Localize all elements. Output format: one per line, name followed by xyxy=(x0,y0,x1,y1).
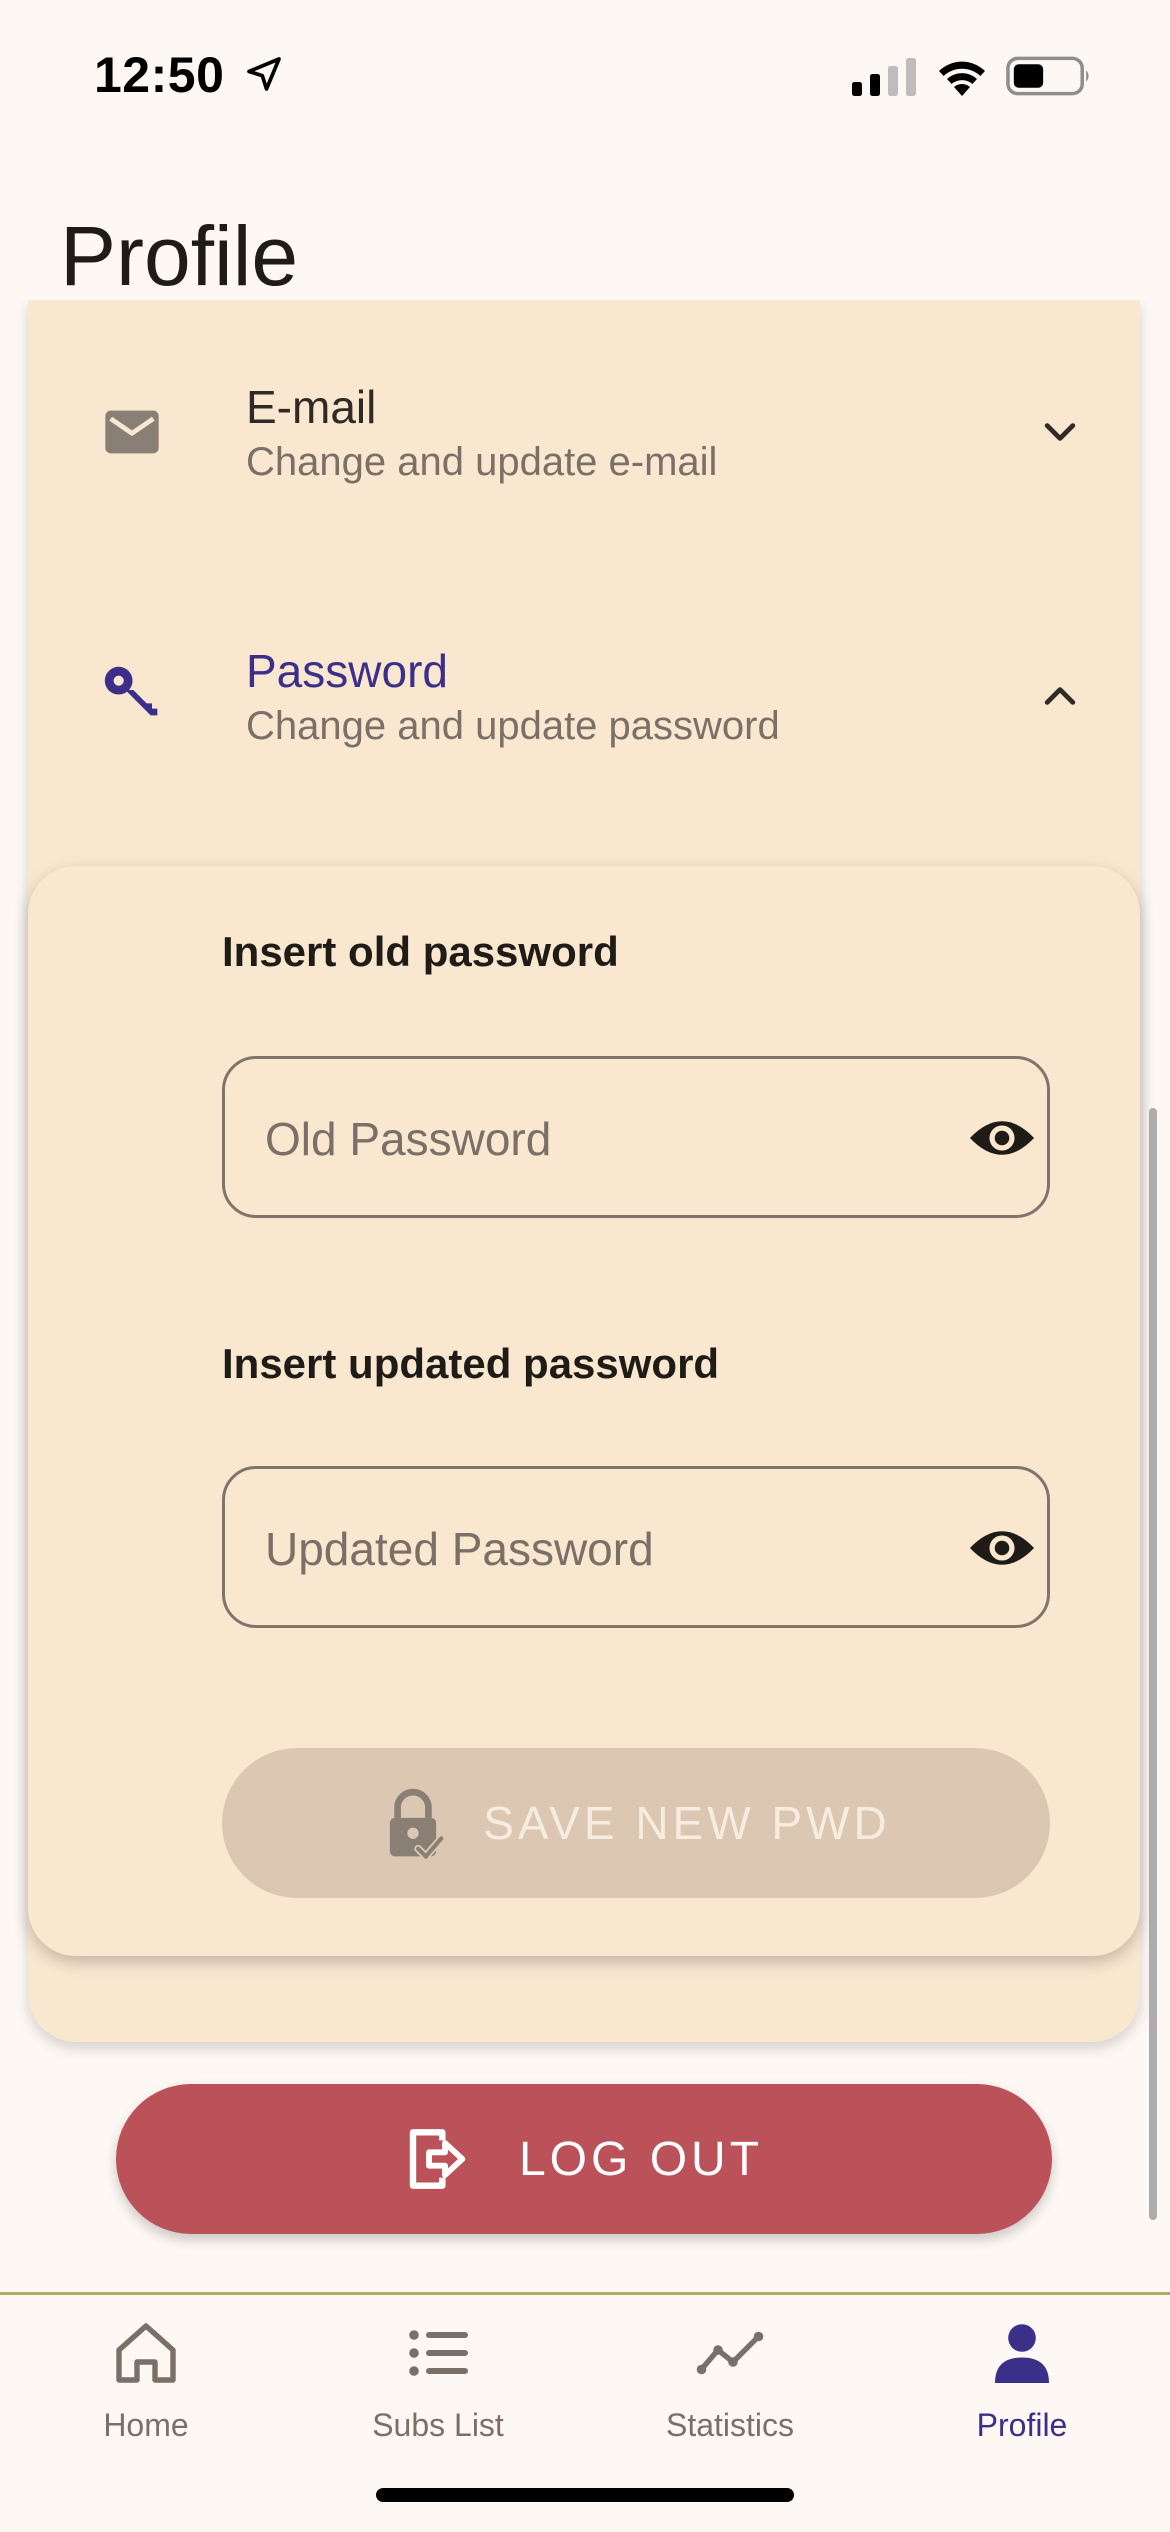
email-section-subtitle: Change and update e-mail xyxy=(246,440,718,484)
eye-icon[interactable] xyxy=(967,1107,1037,1169)
password-section-subtitle: Change and update password xyxy=(246,704,780,748)
tab-subs-list-label: Subs List xyxy=(372,2407,504,2443)
cellular-signal-icon xyxy=(852,58,916,96)
password-form-card: Insert old password Insert updated passw… xyxy=(28,866,1140,1956)
eye-icon[interactable] xyxy=(967,1517,1037,1579)
email-section-title: E-mail xyxy=(246,381,377,433)
battery-icon xyxy=(1006,56,1089,96)
password-section-header[interactable]: Password Change and update password xyxy=(28,616,1140,766)
home-indicator xyxy=(376,2488,794,2502)
new-password-input[interactable] xyxy=(265,1509,905,1589)
tab-statistics-label: Statistics xyxy=(665,2407,795,2443)
tab-subs-list[interactable]: Subs List xyxy=(292,2295,584,2495)
chart-line-icon xyxy=(696,2331,764,2375)
location-arrow-icon xyxy=(247,57,281,91)
email-section-header[interactable]: E-mail Change and update e-mail xyxy=(28,352,1140,502)
save-new-password-label: SAVE NEW PWD xyxy=(483,1797,891,1849)
home-icon xyxy=(116,2323,176,2383)
chevron-down-icon[interactable] xyxy=(1038,410,1082,454)
tab-profile[interactable]: Profile xyxy=(876,2295,1168,2495)
tab-home[interactable]: Home xyxy=(0,2295,292,2495)
new-password-label: Insert updated password xyxy=(222,1340,720,1387)
old-password-label: Insert old password xyxy=(222,928,619,975)
logout-icon xyxy=(409,2129,466,2189)
list-icon xyxy=(409,2330,468,2376)
old-password-input[interactable] xyxy=(265,1099,905,1179)
new-password-field[interactable] xyxy=(222,1466,1050,1628)
tab-statistics[interactable]: Statistics xyxy=(584,2295,876,2495)
tab-home-label: Home xyxy=(103,2407,189,2443)
scrollbar[interactable] xyxy=(1149,1108,1157,2220)
wifi-icon xyxy=(939,61,985,96)
lock-check-icon xyxy=(390,1788,446,1859)
logout-button[interactable]: LOG OUT xyxy=(116,2084,1052,2234)
old-password-field[interactable] xyxy=(222,1056,1050,1218)
password-section-title: Password xyxy=(246,645,448,697)
tab-profile-label: Profile xyxy=(976,2407,1068,2443)
profile-screen: 12:50 Profile E-mail Change and update e… xyxy=(0,0,1170,2532)
key-icon xyxy=(104,666,158,716)
mail-icon xyxy=(105,410,159,454)
status-time: 12:50 xyxy=(94,47,225,103)
header-divider xyxy=(0,290,1170,300)
chevron-up-icon[interactable] xyxy=(1038,674,1082,718)
save-new-password-button[interactable]: SAVE NEW PWD xyxy=(222,1748,1050,1898)
logout-label: LOG OUT xyxy=(518,2132,764,2186)
status-bar: 12:50 xyxy=(0,0,1170,150)
person-icon xyxy=(995,2324,1049,2383)
